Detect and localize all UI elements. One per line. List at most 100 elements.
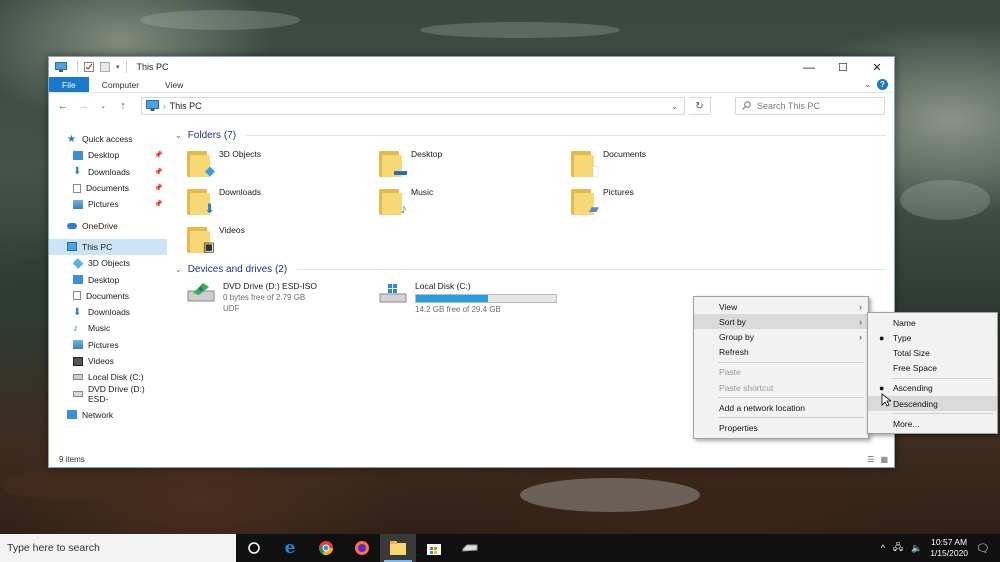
sort-option-name[interactable]: Name bbox=[868, 315, 997, 330]
folders-group-header[interactable]: ⌄ Folders (7) bbox=[175, 125, 894, 145]
status-bar: 9 items ☰ ▦ bbox=[49, 451, 894, 467]
nav-item-downloads[interactable]: ⬇ Downloads 📌 bbox=[49, 164, 167, 180]
pin-icon: 📌 bbox=[154, 168, 163, 176]
drive-icon bbox=[73, 374, 83, 381]
nav-label: Pictures bbox=[88, 339, 119, 350]
tab-file[interactable]: File bbox=[49, 77, 89, 92]
nav-item-3d-objects[interactable]: 3D Objects bbox=[49, 255, 167, 271]
folder-videos[interactable]: ▣ Videos bbox=[187, 221, 379, 259]
wallpaper-wave bbox=[520, 478, 700, 512]
nav-item-music[interactable]: ♪ Music bbox=[49, 320, 167, 336]
menu-item-paste-shortcut[interactable]: Paste shortcut bbox=[694, 380, 868, 395]
drive-dvd[interactable]: DVD Drive (D:) ESD-ISO 0 bytes free of 2… bbox=[187, 281, 379, 314]
task-view-button[interactable] bbox=[236, 534, 272, 562]
nav-item-downloads[interactable]: ⬇ Downloads bbox=[49, 304, 167, 320]
address-dropdown-icon[interactable]: ⌄ bbox=[665, 102, 684, 111]
nav-label: Documents bbox=[86, 183, 129, 194]
details-view-icon[interactable]: ☰ bbox=[867, 455, 874, 464]
volume-icon[interactable]: 🔈 bbox=[911, 543, 922, 554]
help-icon[interactable]: ? bbox=[877, 79, 888, 90]
nav-item-pictures[interactable]: Pictures 📌 bbox=[49, 196, 167, 212]
menu-item-sort-by[interactable]: Sort by › bbox=[694, 314, 868, 330]
file-explorer-app-button[interactable] bbox=[380, 534, 416, 562]
sort-option-free-space[interactable]: Free Space bbox=[868, 361, 997, 376]
folder-documents[interactable]: ▮ Documents bbox=[571, 145, 763, 183]
sort-option-total-size[interactable]: Total Size bbox=[868, 345, 997, 360]
folder-label: Videos bbox=[219, 225, 245, 235]
chevron-right-icon: › bbox=[859, 301, 862, 312]
divider bbox=[77, 61, 78, 73]
nav-label: This PC bbox=[82, 241, 113, 252]
show-hidden-icons-icon[interactable]: ^ bbox=[881, 543, 885, 553]
menu-item-view[interactable]: View › bbox=[694, 299, 868, 314]
folder-icon: ▰ bbox=[571, 187, 599, 217]
menu-item-refresh[interactable]: Refresh bbox=[694, 345, 868, 360]
context-menu: View › Sort by › Group by › Refresh Paste P… bbox=[693, 296, 869, 439]
nav-item-documents[interactable]: Documents 📌 bbox=[49, 180, 167, 196]
video-icon bbox=[73, 356, 83, 366]
close-button[interactable]: ✕ bbox=[860, 57, 894, 77]
clock[interactable]: 10:57 AM 1/15/2020 bbox=[930, 537, 968, 559]
nav-item-desktop[interactable]: Desktop bbox=[49, 271, 167, 287]
store-app-button[interactable] bbox=[416, 534, 452, 562]
forward-button[interactable]: → bbox=[75, 98, 91, 114]
address-bar[interactable]: › This PC ⌄ bbox=[141, 97, 685, 115]
maximize-button[interactable]: ☐ bbox=[826, 57, 860, 77]
chrome-app-button[interactable] bbox=[308, 534, 344, 562]
new-folder-icon[interactable] bbox=[100, 62, 112, 72]
folder-icon: ▮ bbox=[571, 149, 599, 179]
notifications-icon[interactable]: 🗨 bbox=[976, 542, 990, 555]
nav-quick-access[interactable]: ★ Quick access bbox=[49, 131, 167, 147]
devices-group-header[interactable]: ⌄ Devices and drives (2) bbox=[175, 259, 894, 279]
taskbar-search-input[interactable]: Type here to search bbox=[0, 534, 236, 562]
minimize-button[interactable]: — bbox=[792, 57, 826, 77]
cloud-icon bbox=[67, 222, 77, 229]
nav-item-dvd-drive[interactable]: DVD Drive (D:) ESD- bbox=[49, 384, 167, 404]
firefox-app-button[interactable] bbox=[344, 534, 380, 562]
quick-access-dropdown-icon[interactable]: ▾ bbox=[116, 63, 120, 71]
drive-local-disk[interactable]: Local Disk (C:) 14.2 GB free of 29.4 GB bbox=[379, 281, 571, 314]
nav-this-pc[interactable]: This PC bbox=[49, 238, 167, 256]
edge-app-button[interactable]: e bbox=[272, 534, 308, 562]
menu-item-group-by[interactable]: Group by › bbox=[694, 329, 868, 344]
menu-item-paste[interactable]: Paste bbox=[694, 365, 868, 380]
menu-item-properties[interactable]: Properties bbox=[694, 420, 868, 435]
folder-pictures[interactable]: ▰ Pictures bbox=[571, 183, 763, 221]
store-icon bbox=[427, 544, 441, 555]
tab-computer[interactable]: Computer bbox=[89, 77, 152, 92]
search-placeholder: Type here to search bbox=[7, 542, 100, 554]
nav-label: Pictures bbox=[88, 199, 119, 210]
chevron-down-icon: ⌄ bbox=[175, 264, 182, 274]
nav-item-videos[interactable]: Videos bbox=[49, 353, 167, 369]
up-button[interactable]: ↑ bbox=[115, 98, 131, 114]
nav-onedrive[interactable]: OneDrive bbox=[49, 217, 167, 233]
drive-app-button[interactable] bbox=[452, 534, 488, 562]
sort-option-type[interactable]: ● Type bbox=[868, 330, 997, 345]
nav-item-pictures[interactable]: Pictures bbox=[49, 337, 167, 353]
folder-downloads[interactable]: ⬇ Downloads bbox=[187, 183, 379, 221]
expand-ribbon-icon[interactable]: ⌄ bbox=[864, 80, 871, 89]
tab-view[interactable]: View bbox=[152, 77, 196, 92]
ribbon-tabs: File Computer View ⌄ ? bbox=[49, 77, 894, 93]
back-button[interactable]: ← bbox=[55, 98, 71, 114]
large-icons-view-icon[interactable]: ▦ bbox=[880, 455, 888, 464]
folder-desktop[interactable]: ▬ Desktop bbox=[379, 145, 571, 183]
refresh-button[interactable]: ↻ bbox=[689, 97, 711, 115]
search-input[interactable]: Search This PC bbox=[735, 97, 885, 115]
group-title: Devices and drives (2) bbox=[187, 263, 288, 275]
nav-item-documents[interactable]: Documents bbox=[49, 288, 167, 304]
sort-option-more[interactable]: More... bbox=[868, 416, 997, 431]
chevron-right-icon: › bbox=[859, 331, 862, 342]
recent-locations-icon[interactable]: ⌄ bbox=[95, 98, 111, 114]
nav-network[interactable]: Network bbox=[49, 407, 167, 423]
nav-item-desktop[interactable]: Desktop 📌 bbox=[49, 147, 167, 163]
document-icon bbox=[73, 183, 81, 193]
menu-item-add-network-location[interactable]: Add a network location bbox=[694, 400, 868, 415]
network-icon[interactable]: 🖧 bbox=[893, 540, 903, 556]
desktop-icon bbox=[73, 275, 83, 285]
breadcrumb-this-pc[interactable]: This PC bbox=[170, 101, 202, 111]
drive-icon bbox=[462, 544, 478, 552]
properties-icon[interactable] bbox=[84, 62, 96, 72]
folder-3d-objects[interactable]: ◆ 3D Objects bbox=[187, 145, 379, 183]
folder-music[interactable]: ♪ Music bbox=[379, 183, 571, 221]
